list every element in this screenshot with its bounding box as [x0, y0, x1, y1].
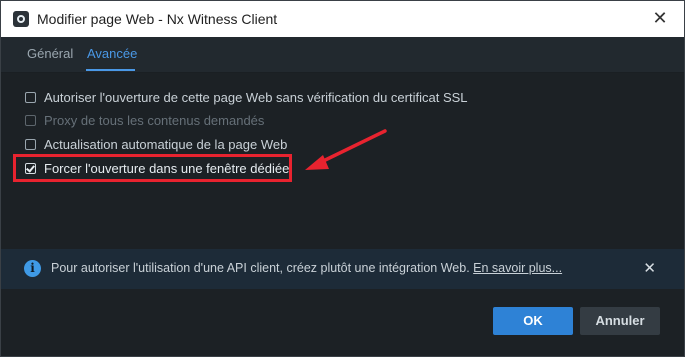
tab-bar: Général Avancée: [1, 37, 684, 73]
tab-advanced[interactable]: Avancée: [87, 46, 137, 61]
close-icon[interactable]: ✕: [643, 259, 656, 277]
info-message: Pour autoriser l'utilisation d'une API c…: [51, 261, 562, 275]
title-bar: Modifier page Web - Nx Witness Client ✕: [1, 1, 684, 37]
app-logo-icon: [13, 11, 29, 27]
info-text: Pour autoriser l'utilisation d'une API c…: [51, 261, 474, 275]
option-proxy-content: Proxy de tous les contenus demandés: [25, 111, 264, 129]
learn-more-link[interactable]: En savoir plus...: [473, 261, 562, 275]
checkbox[interactable]: [25, 91, 36, 103]
ok-button[interactable]: OK: [493, 307, 573, 335]
dialog-footer: OK Annuler: [1, 289, 684, 356]
window-title: Modifier page Web - Nx Witness Client: [37, 11, 278, 27]
annotation-arrow-icon: [305, 129, 387, 170]
option-auto-refresh[interactable]: Actualisation automatique de la page Web: [25, 135, 287, 153]
option-ssl-bypass[interactable]: Autoriser l'ouverture de cette page Web …: [25, 88, 468, 106]
dialog-window: Modifier page Web - Nx Witness Client ✕ …: [0, 0, 685, 357]
option-label: Proxy de tous les contenus demandés: [44, 112, 265, 128]
tab-general[interactable]: Général: [27, 46, 73, 61]
checkbox[interactable]: [25, 138, 36, 150]
checkbox-disabled: [25, 114, 36, 126]
annotation-highlight-box: [13, 154, 292, 182]
close-icon[interactable]: ✕: [648, 7, 672, 31]
option-label: Actualisation automatique de la page Web: [44, 136, 288, 152]
active-tab-indicator: [86, 69, 135, 71]
cancel-button[interactable]: Annuler: [580, 307, 660, 335]
info-icon: i: [24, 260, 41, 277]
info-banner: i Pour autoriser l'utilisation d'une API…: [1, 249, 684, 289]
option-label: Autoriser l'ouverture de cette page Web …: [44, 89, 468, 105]
